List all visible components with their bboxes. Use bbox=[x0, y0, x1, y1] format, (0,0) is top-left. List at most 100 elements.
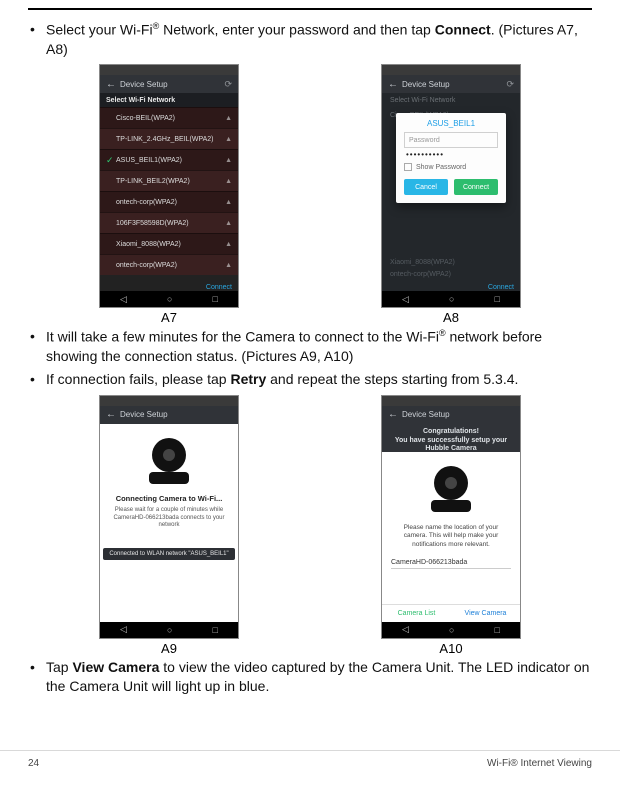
camera-name-input[interactable]: CameraHD-066213bada bbox=[391, 559, 511, 569]
connect-link[interactable]: Connect bbox=[488, 284, 514, 291]
faint-header: Select Wi-Fi Network bbox=[382, 93, 520, 108]
faint-items-bottom: Xiaomi_8088(WPA2) ontech-corp(WPA2) bbox=[390, 257, 455, 281]
back-icon[interactable]: ← bbox=[388, 79, 398, 90]
status-bar bbox=[100, 396, 238, 406]
instruction-list: Tap View Camera to view the video captur… bbox=[28, 658, 592, 696]
view-camera-button[interactable]: View Camera bbox=[451, 605, 520, 622]
text: If connection fails, please tap bbox=[46, 371, 230, 387]
status-bar bbox=[382, 65, 520, 75]
password-field[interactable]: Password bbox=[404, 132, 498, 148]
caption-a8: A8 bbox=[443, 310, 459, 325]
phone-a10: ← Device Setup Congratulations! You have… bbox=[381, 395, 521, 639]
camera-list-button[interactable]: Camera List bbox=[382, 605, 451, 622]
wifi-label: ontech-corp(WPA2) bbox=[116, 262, 177, 269]
wifi-item-selected[interactable]: ✓ASUS_BEIL1(WPA2) ▲ bbox=[100, 149, 238, 170]
faint-item: Xiaomi_8088(WPA2) bbox=[390, 257, 455, 269]
nav-recent-icon[interactable]: □ bbox=[213, 625, 218, 635]
signal-icon: ▲ bbox=[225, 136, 232, 143]
nav-back-icon[interactable]: ◁ bbox=[120, 294, 127, 305]
appbar-title: Device Setup bbox=[120, 80, 168, 89]
select-wifi-header: Select Wi-Fi Network bbox=[100, 93, 238, 107]
wifi-item[interactable]: ontech-corp(WPA2) ▲ bbox=[100, 254, 238, 275]
wifi-item[interactable]: 106F3F58598D(WPA2)▲ bbox=[100, 212, 238, 233]
reg-mark: ® bbox=[439, 328, 446, 338]
phone-a9: ← Device Setup Connecting Camera to Wi-F… bbox=[99, 395, 239, 639]
phone-a7: ← Device Setup ⟳ Select Wi-Fi Network Ci… bbox=[99, 64, 239, 308]
back-icon[interactable]: ← bbox=[388, 409, 398, 420]
connect-link[interactable]: Connect bbox=[206, 284, 232, 291]
instruction-list: Select your Wi-Fi® Network, enter your p… bbox=[28, 20, 592, 58]
nav-recent-icon[interactable]: □ bbox=[495, 625, 500, 635]
page-footer: 24 Wi-Fi® Internet Viewing bbox=[0, 750, 620, 776]
connect-button[interactable]: Connect bbox=[454, 179, 498, 195]
nav-home-icon[interactable]: ○ bbox=[449, 625, 454, 635]
nav-recent-icon[interactable]: □ bbox=[213, 294, 218, 304]
appbar-title: Device Setup bbox=[120, 410, 168, 419]
text: Tap bbox=[46, 659, 72, 675]
signal-icon: ▲ bbox=[225, 199, 232, 206]
nav-recent-icon[interactable]: □ bbox=[495, 294, 500, 304]
instruction-list: It will take a few minutes for the Camer… bbox=[28, 327, 592, 388]
toast-message: Connected to WLAN network "ASUS_BEIL1" bbox=[103, 548, 234, 560]
connecting-body: Connecting Camera to Wi-Fi... Please wai… bbox=[100, 424, 238, 622]
wifi-item[interactable]: Xiaomi_8088(WPA2) ▲ bbox=[100, 233, 238, 254]
wifi-item[interactable]: ontech-corp(WPA2)▲ bbox=[100, 191, 238, 212]
screenshots-row-1: ← Device Setup ⟳ Select Wi-Fi Network Ci… bbox=[28, 64, 592, 325]
shot-a7-col: ← Device Setup ⟳ Select Wi-Fi Network Ci… bbox=[99, 64, 239, 325]
signal-icon: ▲ bbox=[225, 157, 232, 164]
bottom-actions: Camera List View Camera bbox=[382, 604, 520, 622]
naming-note: Please name the location of your camera.… bbox=[392, 524, 510, 549]
nav-back-icon[interactable]: ◁ bbox=[402, 294, 409, 305]
shot-a10-col: ← Device Setup Congratulations! You have… bbox=[381, 395, 521, 656]
section-title: Wi-Fi® Internet Viewing bbox=[487, 758, 592, 769]
shot-a8-col: ← Device Setup ⟳ Select Wi-Fi Network Ci… bbox=[381, 64, 521, 325]
refresh-icon[interactable]: ⟳ bbox=[224, 79, 232, 90]
caption-a7: A7 bbox=[161, 310, 177, 325]
caption-a9: A9 bbox=[161, 641, 177, 656]
connecting-title: Connecting Camera to Wi-Fi... bbox=[116, 494, 223, 503]
status-bar bbox=[100, 65, 238, 75]
check-icon: ✓ bbox=[106, 155, 116, 166]
android-navbar: ◁ ○ □ bbox=[100, 291, 238, 307]
wifi-label: Xiaomi_8088(WPA2) bbox=[116, 241, 181, 248]
text: and repeat the steps starting from 5.3.4… bbox=[266, 371, 518, 387]
signal-icon: ▲ bbox=[225, 178, 232, 185]
appbar-title: Device Setup bbox=[402, 80, 450, 89]
app-bar: ← Device Setup ⟳ bbox=[100, 75, 238, 93]
cancel-button[interactable]: Cancel bbox=[404, 179, 448, 195]
nav-home-icon[interactable]: ○ bbox=[167, 294, 172, 304]
appbar-title: Device Setup bbox=[402, 410, 450, 419]
nav-home-icon[interactable]: ○ bbox=[449, 294, 454, 304]
manual-page: Select your Wi-Fi® Network, enter your p… bbox=[0, 0, 620, 786]
show-password-label: Show Password bbox=[416, 164, 466, 171]
nav-home-icon[interactable]: ○ bbox=[167, 625, 172, 635]
nav-back-icon[interactable]: ◁ bbox=[120, 624, 127, 635]
success-body: Please name the location of your camera.… bbox=[382, 452, 520, 622]
android-navbar: ◁ ○ □ bbox=[382, 291, 520, 307]
password-label: Password bbox=[409, 137, 440, 144]
dialog-title: ASUS_BEIL1 bbox=[404, 119, 498, 128]
phone-a8: ← Device Setup ⟳ Select Wi-Fi Network Ci… bbox=[381, 64, 521, 308]
wifi-list: Cisco-BEIL(WPA2)▲ TP-LINK_2.4GHz_BEIL(WP… bbox=[100, 107, 238, 275]
wifi-label: Cisco-BEIL(WPA2) bbox=[116, 115, 175, 122]
app-bar: ← Device Setup bbox=[382, 406, 520, 424]
wifi-item[interactable]: TP-LINK_BEIL2(WPA2)▲ bbox=[100, 170, 238, 191]
bold-view-camera: View Camera bbox=[72, 659, 159, 675]
signal-icon: ▲ bbox=[225, 241, 232, 248]
connecting-subtitle: Please wait for a couple of minutes whil… bbox=[109, 507, 229, 530]
wifi-label: ASUS_BEIL1(WPA2) bbox=[116, 157, 182, 164]
wifi-item[interactable]: TP-LINK_2.4GHz_BEIL(WPA2)▲ bbox=[100, 128, 238, 149]
top-rule bbox=[28, 8, 592, 10]
back-icon[interactable]: ← bbox=[106, 79, 116, 90]
show-password-checkbox[interactable]: Show Password bbox=[404, 163, 498, 171]
app-bar: ← Device Setup bbox=[100, 406, 238, 424]
signal-icon: ▲ bbox=[225, 262, 232, 269]
refresh-icon[interactable]: ⟳ bbox=[506, 79, 514, 90]
nav-back-icon[interactable]: ◁ bbox=[402, 624, 409, 635]
back-icon[interactable]: ← bbox=[106, 409, 116, 420]
wifi-item[interactable]: Cisco-BEIL(WPA2)▲ bbox=[100, 107, 238, 128]
bold-connect: Connect bbox=[435, 22, 491, 38]
android-navbar: ◁ ○ □ bbox=[382, 622, 520, 638]
caption-a10: A10 bbox=[439, 641, 462, 656]
bullet-4: Tap View Camera to view the video captur… bbox=[28, 658, 592, 696]
